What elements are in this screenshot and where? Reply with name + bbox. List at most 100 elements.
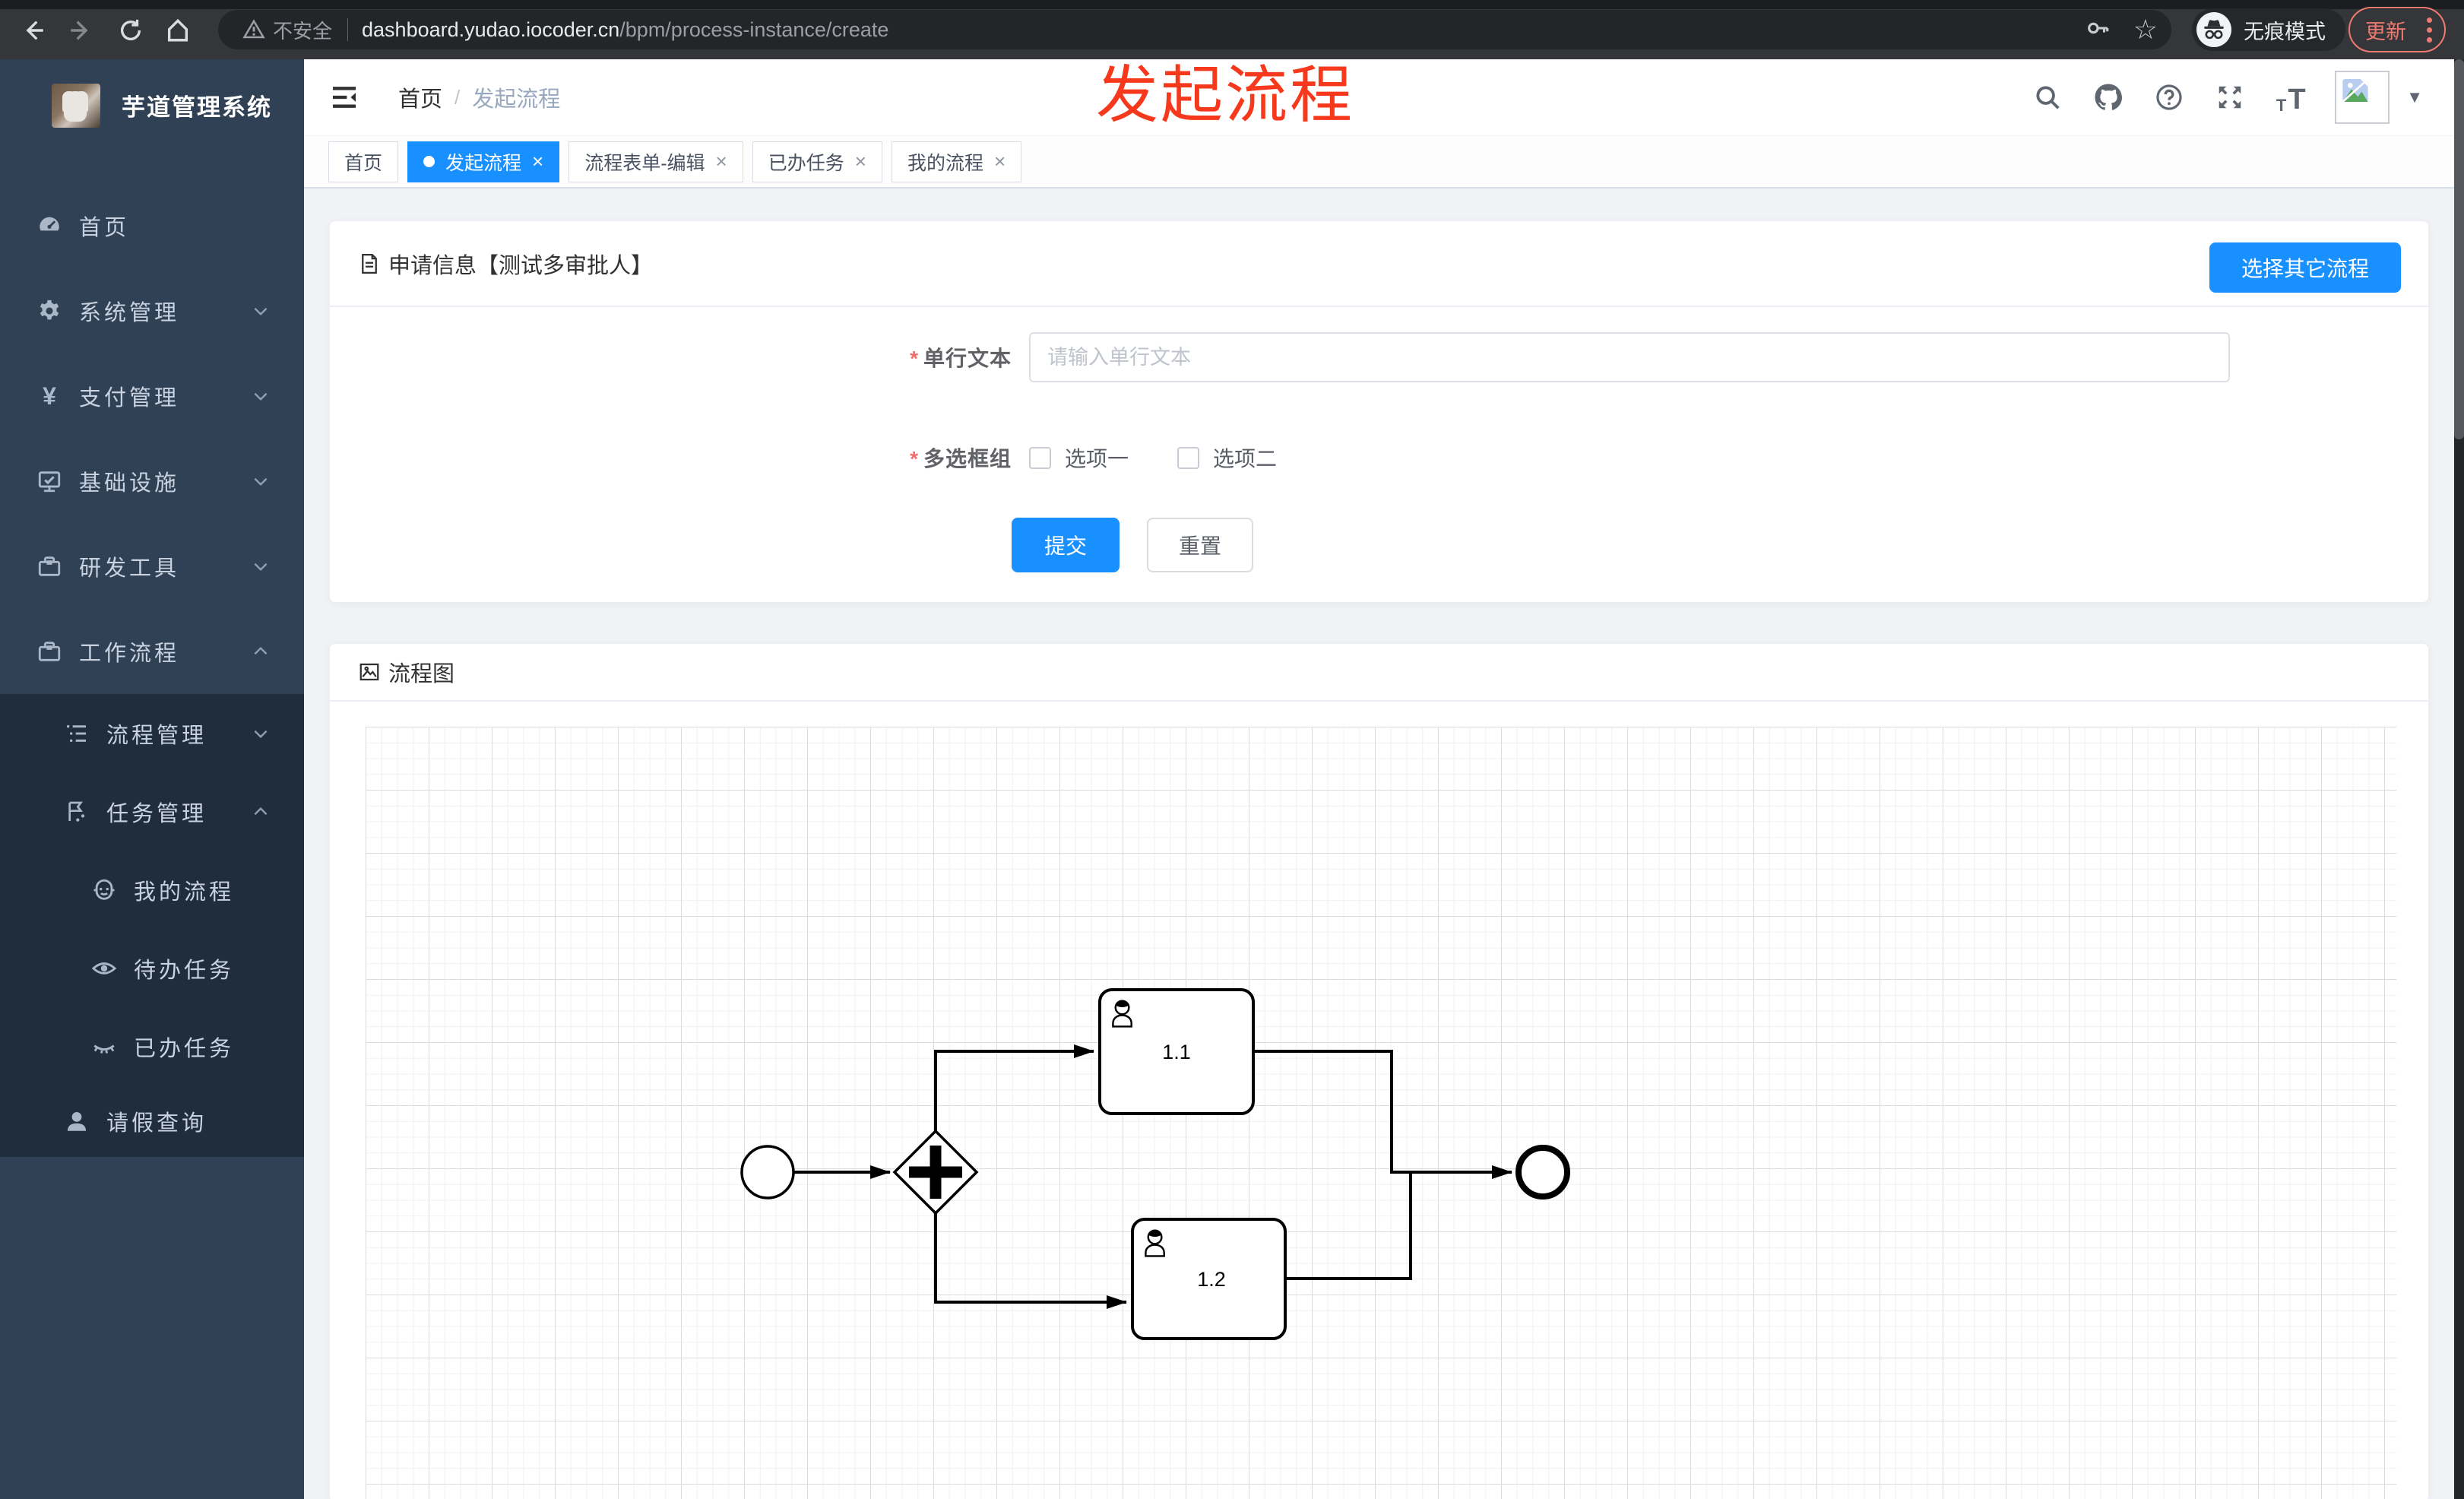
apply-info-card: 申请信息【测试多审批人】 选择其它流程 *单行文本 *多选框组 (329, 220, 2429, 603)
breadcrumb-home[interactable]: 首页 (398, 81, 442, 113)
fullscreen-icon[interactable] (2213, 81, 2247, 114)
avatar[interactable] (2335, 71, 2390, 124)
diagram-card-title: 流程图 (388, 662, 455, 686)
reload-icon (120, 19, 141, 40)
tab-home[interactable]: 首页 (328, 141, 399, 182)
font-size-big-t: T (2288, 84, 2306, 116)
yen-icon: ¥ (43, 382, 56, 410)
security-label[interactable]: 不安全 (273, 16, 332, 44)
search-icon[interactable] (2031, 81, 2064, 114)
tab-label: 发起流程 (445, 152, 522, 174)
tab-start-process[interactable]: 发起流程 × (407, 141, 560, 182)
sidebar-item-task-mgmt[interactable]: 任务管理 (0, 772, 304, 851)
key-icon[interactable] (2085, 15, 2111, 45)
document-icon (358, 252, 381, 275)
single-line-text-input[interactable] (1029, 332, 2230, 382)
briefcase-icon (36, 639, 62, 664)
tab-process-form-edit[interactable]: 流程表单-编辑 × (568, 141, 743, 182)
scrollbar-thumb[interactable] (2454, 59, 2464, 439)
sidebar-item-payment[interactable]: ¥ 支付管理 (0, 353, 304, 439)
chevron-down-icon (251, 471, 271, 491)
sidebar-item-label: 工作流程 (79, 642, 180, 666)
checkbox-label: 选项一 (1065, 447, 1129, 471)
sidebar-item-my-process[interactable]: 我的流程 (0, 851, 304, 929)
browser-update-button[interactable]: 更新 (2348, 7, 2446, 52)
chevron-down-icon (251, 556, 271, 576)
gear-icon (36, 298, 62, 324)
sidebar-collapse-button[interactable] (328, 82, 360, 113)
github-icon[interactable] (2092, 81, 2125, 114)
checkbox-option-1[interactable]: 选项一 (1029, 442, 1129, 473)
checkbox-label: 选项二 (1213, 447, 1278, 471)
tab-close-icon[interactable]: × (855, 150, 866, 173)
omnibox-divider (347, 18, 349, 41)
forward-arrow-icon (71, 21, 88, 40)
back-arrow-icon (26, 21, 43, 40)
app-logo-row[interactable]: 芋道管理系统 (0, 59, 304, 139)
checkbox-box[interactable] (1029, 446, 1051, 469)
url-host: dashboard.yudao.iocoder.cn (362, 17, 620, 41)
sidebar-item-label: 任务管理 (106, 801, 207, 826)
card-title-row: 流程图 (358, 656, 454, 688)
tab-close-icon[interactable]: × (716, 150, 727, 173)
workflow-submenu: 流程管理 任务管理 我的流程 待办任务 已办任务 请假查询 (0, 694, 304, 1157)
browser-reload-button[interactable] (111, 11, 150, 50)
browser-home-button[interactable] (158, 11, 198, 50)
reset-button[interactable]: 重置 (1147, 518, 1253, 572)
breadcrumb-current: 发起流程 (472, 87, 561, 112)
checkbox-box[interactable] (1177, 446, 1200, 469)
tab-close-icon[interactable]: × (994, 150, 1006, 173)
sidebar-item-todo-tasks[interactable]: 待办任务 (0, 929, 304, 1007)
sidebar-menu: 首页 系统管理 ¥ 支付管理 基础设施 研发工具 工作流程 流程管理 任务管理 … (0, 183, 304, 1157)
bookmark-star-icon[interactable]: ☆ (2133, 14, 2158, 46)
tab-my-process[interactable]: 我的流程 × (891, 141, 1022, 182)
field-label-checkbox-group: * 多选框组 (910, 447, 1012, 471)
security-warning-icon[interactable] (242, 18, 265, 41)
checkbox-option-2[interactable]: 选项二 (1177, 442, 1277, 473)
select-other-process-button[interactable]: 选择其它流程 (2209, 242, 2401, 293)
submit-button[interactable]: 提交 (1012, 518, 1120, 572)
sidebar-item-done-tasks[interactable]: 已办任务 (0, 1007, 304, 1085)
sidebar-item-label: 我的流程 (134, 879, 235, 905)
required-mark: * (910, 347, 919, 370)
chevron-down-icon (251, 386, 271, 406)
breadcrumb-separator: / (454, 85, 461, 109)
tab-bar: 首页 发起流程 × 流程表单-编辑 × 已办任务 × 我的流程 × (304, 135, 2464, 189)
page-content: 申请信息【测试多审批人】 选择其它流程 *单行文本 *多选框组 (304, 189, 2464, 1499)
browser-back-button[interactable] (14, 11, 53, 50)
window-frame (0, 0, 2464, 9)
sidebar-item-process-mgmt[interactable]: 流程管理 (0, 694, 304, 772)
tab-done-tasks[interactable]: 已办任务 × (752, 141, 882, 182)
sidebar-item-label: 待办任务 (134, 958, 235, 983)
avatar-dropdown-caret[interactable]: ▼ (2406, 87, 2423, 107)
incognito-icon (2196, 12, 2231, 47)
page-scrollbar[interactable] (2454, 59, 2464, 1499)
sidebar-item-label: 基础设施 (79, 471, 180, 496)
help-icon[interactable] (2152, 81, 2186, 114)
tab-close-icon[interactable]: × (532, 150, 543, 173)
edge-gateway-to-task1 (934, 1044, 1094, 1131)
font-size-icon[interactable]: T T (2274, 81, 2307, 114)
sidebar-item-label: 请假查询 (106, 1111, 207, 1136)
sidebar-item-workflow[interactable]: 工作流程 (0, 609, 304, 694)
incognito-label: 无痕模式 (2244, 20, 2326, 43)
tab-label: 流程表单-编辑 (584, 152, 705, 174)
url-text[interactable]: dashboard.yudao.iocoder.cn/bpm/process-i… (362, 18, 888, 42)
breadcrumb: 首页 / 发起流程 (398, 81, 560, 113)
person-icon (64, 1108, 90, 1134)
sidebar-item-dev-tools[interactable]: 研发工具 (0, 524, 304, 609)
font-size-small-t: T (2276, 96, 2287, 115)
browser-menu-icon[interactable] (2427, 17, 2432, 43)
bpmn-canvas[interactable]: 1.1 1.2 (366, 727, 2396, 1499)
home-icon (167, 18, 188, 42)
card-title-row: 申请信息【测试多审批人】 (358, 248, 653, 280)
sidebar-item-leave-query[interactable]: 请假查询 (0, 1085, 304, 1157)
sidebar-item-system[interactable]: 系统管理 (0, 268, 304, 353)
browser-forward-button[interactable] (61, 11, 100, 50)
chevron-up-icon (251, 802, 271, 822)
sidebar-item-home[interactable]: 首页 (0, 183, 304, 268)
sidebar-item-label: 支付管理 (79, 386, 180, 410)
tree-list-icon (64, 721, 90, 746)
active-tab-dot (423, 156, 435, 167)
sidebar-item-infrastructure[interactable]: 基础设施 (0, 439, 304, 524)
